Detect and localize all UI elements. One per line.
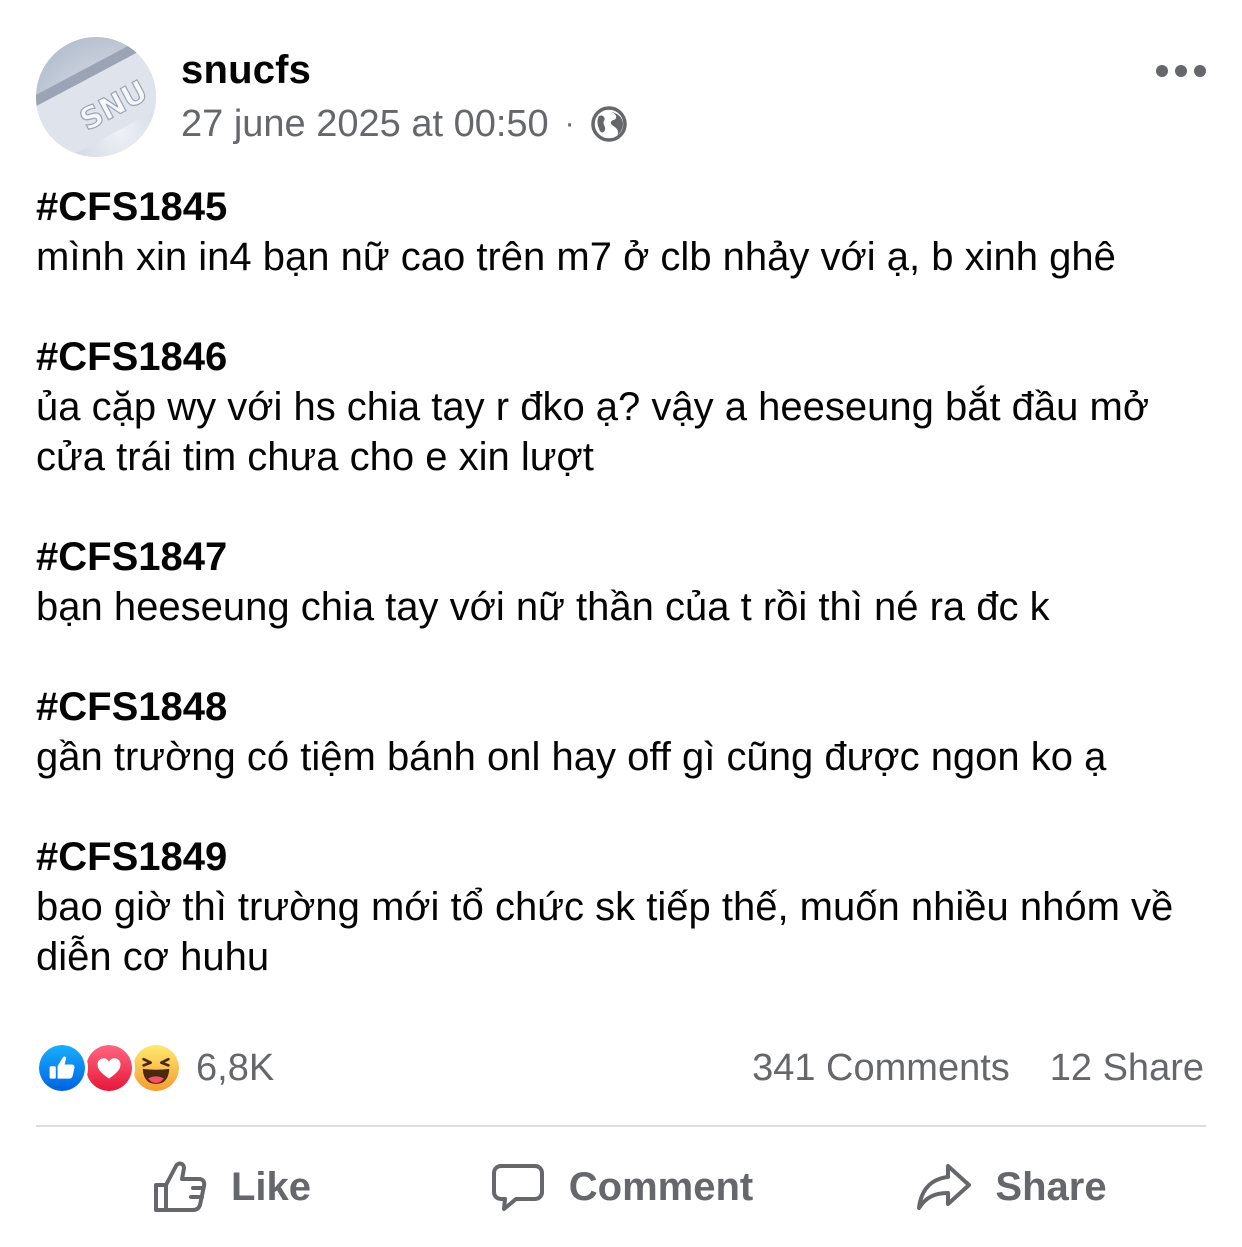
confession-entry: #CFS1849 bao giờ thì trường mới tổ chức … [36, 832, 1216, 982]
like-label: Like [230, 1164, 312, 1209]
shares-count[interactable]: 12 Share [1050, 1047, 1204, 1090]
confession-text: ủa cặp wy với hs chia tay r đko ạ? vậy a… [36, 385, 1150, 479]
comment-icon [491, 1164, 544, 1211]
author-name[interactable]: snucfs [181, 48, 311, 93]
post-timestamp[interactable]: 27 june 2025 at 00:50 [181, 103, 549, 146]
more-options-icon[interactable] [1156, 60, 1206, 82]
more-dot [1175, 65, 1187, 77]
more-dot [1194, 65, 1206, 77]
globe-icon[interactable] [589, 104, 629, 144]
comment-label: Comment [568, 1164, 754, 1209]
share-button[interactable]: Share [816, 1150, 1206, 1224]
comments-count[interactable]: 341 Comments [752, 1047, 1010, 1090]
thumbs-up-icon [153, 1161, 207, 1212]
facebook-post: SNU snucfs 27 june 2025 at 00:50 · #CFS1… [0, 0, 1242, 1247]
reaction-count: 6,8K [196, 1046, 275, 1089]
share-icon [917, 1164, 972, 1210]
reactions-summary[interactable]: 6,8K [36, 1042, 274, 1094]
more-dot [1156, 65, 1168, 77]
confession-entry: #CFS1846 ủa cặp wy với hs chia tay r đko… [36, 332, 1216, 482]
profile-avatar[interactable]: SNU [36, 37, 156, 157]
haha-reaction-icon [130, 1042, 182, 1094]
confession-hashtag[interactable]: #CFS1845 [36, 182, 1216, 232]
confession-hashtag[interactable]: #CFS1847 [36, 532, 1216, 582]
love-reaction-icon [83, 1042, 135, 1094]
avatar-image: SNU [36, 37, 156, 157]
post-meta: 27 june 2025 at 00:50 · [181, 100, 629, 148]
confession-text: bao giờ thì trường mới tổ chức sk tiếp t… [36, 885, 1174, 979]
reaction-icons [36, 1042, 182, 1094]
share-label: Share [995, 1164, 1107, 1209]
action-bar: Like Comment Share [36, 1150, 1206, 1224]
meta-separator: · [564, 107, 575, 140]
confession-entry: #CFS1845 mình xin in4 bạn nữ cao trên m7… [36, 182, 1216, 282]
confession-text: bạn heeseung chia tay với nữ thần của t … [36, 585, 1050, 629]
confession-entry: #CFS1847 bạn heeseung chia tay với nữ th… [36, 532, 1216, 632]
confession-text: mình xin in4 bạn nữ cao trên m7 ở clb nh… [36, 235, 1116, 279]
post-content: #CFS1845 mình xin in4 bạn nữ cao trên m7… [36, 182, 1216, 1032]
divider [36, 1125, 1206, 1127]
engagement-counts: 341 Comments 12 Share [752, 1042, 1204, 1094]
like-reaction-icon [36, 1042, 88, 1094]
confession-hashtag[interactable]: #CFS1846 [36, 332, 1216, 382]
confession-hashtag[interactable]: #CFS1848 [36, 682, 1216, 732]
confession-hashtag[interactable]: #CFS1849 [36, 832, 1216, 882]
comment-button[interactable]: Comment [426, 1150, 816, 1224]
like-button[interactable]: Like [36, 1150, 426, 1224]
confession-text: gần trường có tiệm bánh onl hay off gì c… [36, 735, 1107, 779]
confession-entry: #CFS1848 gần trường có tiệm bánh onl hay… [36, 682, 1216, 782]
